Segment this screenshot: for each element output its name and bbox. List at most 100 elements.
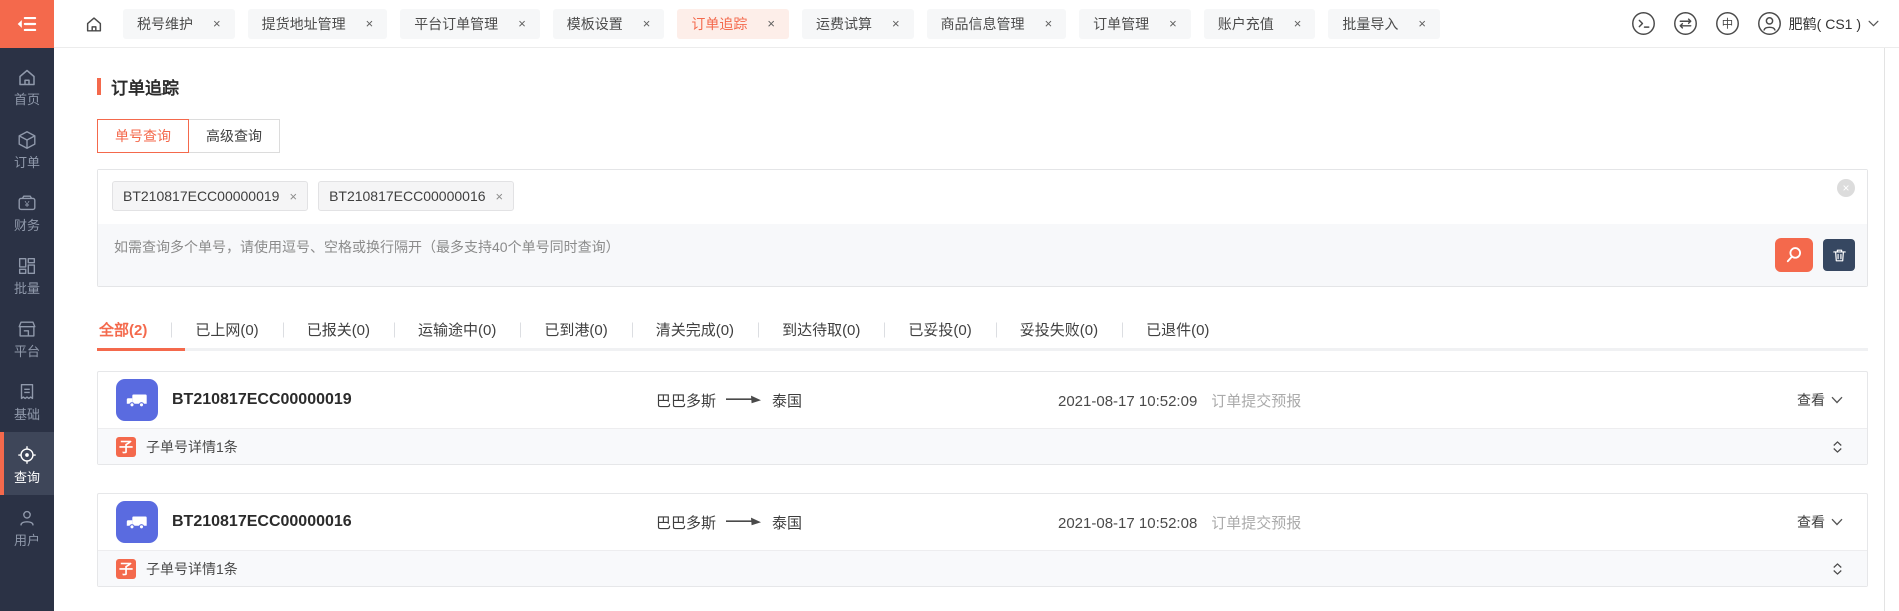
sidebar-item-platform[interactable]: 平台: [0, 306, 54, 369]
order-time-group: 2021-08-17 10:52:09 订单提交预报: [1058, 390, 1301, 411]
chevron-down-icon: [1831, 396, 1843, 404]
sidebar-item-label: 查询: [14, 471, 40, 484]
language-icon[interactable]: 中: [1715, 11, 1740, 36]
sub-order-label: 子单号详情1条: [146, 559, 238, 579]
expand-collapse-icon[interactable]: [1830, 439, 1845, 455]
collapse-menu-button[interactable]: [0, 0, 54, 48]
origin-label: 巴巴多斯: [656, 512, 716, 533]
view-dropdown[interactable]: 查看: [1797, 512, 1843, 532]
sidebar-item-finance[interactable]: ¥ 财务: [0, 180, 54, 243]
svg-text:¥: ¥: [24, 198, 30, 208]
user-name: 肥鹤( CS1 ): [1789, 14, 1861, 34]
search-hint-text: 如需查询多个单号，请使用逗号、空格或换行隔开（最多支持40个单号同时查询）: [114, 224, 620, 286]
status-tab-returned[interactable]: 已退件(0): [1122, 311, 1233, 348]
search-actions: [1775, 224, 1855, 286]
order-number: BT210817ECC00000019: [172, 391, 352, 409]
sidebar-item-query[interactable]: 查询: [0, 432, 54, 495]
status-tab-delivery-failed[interactable]: 妥投失败(0): [996, 311, 1122, 348]
content-area: 订单追踪 单号查询 高级查询 BT210817ECC00000019 × BT2…: [54, 48, 1899, 611]
status-tab-customs-declared[interactable]: 已报关(0): [283, 311, 394, 348]
close-icon[interactable]: ×: [1294, 17, 1302, 30]
svg-text:中: 中: [1721, 18, 1732, 31]
status-tab-arrived-port[interactable]: 已到港(0): [520, 311, 631, 348]
status-filter-tabs: 全部(2) 已上网(0) 已报关(0) 运输途中(0) 已到港(0) 清关完成(…: [97, 311, 1868, 351]
sidebar-item-label: 用户: [14, 534, 40, 547]
sidebar-item-label: 财务: [14, 219, 40, 232]
topbar-tab-platform-order-management[interactable]: 平台订单管理×: [400, 9, 540, 39]
remove-tag-icon[interactable]: ×: [289, 190, 297, 203]
order-subrow: 子 子单号详情1条: [98, 428, 1867, 464]
close-icon[interactable]: ×: [1418, 17, 1426, 30]
topbar-tab-template-settings[interactable]: 模板设置×: [553, 9, 665, 39]
status-tab-all[interactable]: 全部(2): [97, 311, 171, 348]
order-timestamp: 2021-08-17 10:52:09: [1058, 393, 1197, 410]
status-tab-in-transit[interactable]: 运输途中(0): [394, 311, 520, 348]
close-icon[interactable]: ×: [1045, 17, 1053, 30]
expand-collapse-icon[interactable]: [1830, 561, 1845, 577]
order-time-group: 2021-08-17 10:52:08 订单提交预报: [1058, 512, 1301, 533]
order-subrow: 子 子单号详情1条: [98, 550, 1867, 586]
clear-all-icon[interactable]: ×: [1837, 179, 1855, 197]
sidebar-item-users[interactable]: 用户: [0, 495, 54, 558]
sidebar-item-orders[interactable]: 订单: [0, 117, 54, 180]
order-number-tag: BT210817ECC00000019 ×: [112, 181, 308, 211]
wallet-icon: ¥: [16, 192, 38, 214]
target-icon: [16, 444, 38, 466]
left-sidebar: 首页 订单 ¥ 财务 批量 平台 基础: [0, 0, 54, 611]
close-icon[interactable]: ×: [366, 17, 374, 30]
status-tab-delivered[interactable]: 已妥投(0): [884, 311, 995, 348]
search-hint-row: 如需查询多个单号，请使用逗号、空格或换行隔开（最多支持40个单号同时查询）: [98, 224, 1867, 286]
page-title-text: 订单追踪: [111, 74, 179, 99]
topbar-tab-product-info-management[interactable]: 商品信息管理×: [927, 9, 1067, 39]
status-tab-awaiting-pickup[interactable]: 到达待取(0): [758, 311, 884, 348]
sidebar-item-home[interactable]: 首页: [0, 54, 54, 117]
tab-number-query[interactable]: 单号查询: [97, 119, 189, 153]
topbar-tab-order-tracking[interactable]: 订单追踪×: [677, 9, 789, 39]
tab-label: 账户充值: [1218, 17, 1274, 31]
chevron-down-icon: [1831, 518, 1843, 526]
sidebar-item-label: 订单: [14, 156, 40, 169]
view-label: 查看: [1797, 512, 1825, 532]
tab-advanced-query[interactable]: 高级查询: [188, 119, 280, 153]
home-button[interactable]: [84, 14, 104, 34]
topbar-tab-order-management[interactable]: 订单管理×: [1079, 9, 1191, 39]
view-dropdown[interactable]: 查看: [1797, 390, 1843, 410]
close-icon[interactable]: ×: [767, 17, 775, 30]
query-type-tabs: 单号查询 高级查询: [97, 119, 1868, 153]
close-icon[interactable]: ×: [643, 17, 651, 30]
tag-text: BT210817ECC00000019: [123, 189, 279, 203]
close-icon[interactable]: ×: [518, 17, 526, 30]
user-menu[interactable]: 肥鹤( CS1 ): [1757, 11, 1879, 36]
search-panel: BT210817ECC00000019 × BT210817ECC0000001…: [97, 169, 1868, 287]
sub-order-badge: 子: [116, 437, 136, 457]
topbar-tab-account-recharge[interactable]: 账户充值 ×: [1204, 9, 1316, 39]
order-number-input[interactable]: BT210817ECC00000019 × BT210817ECC0000001…: [98, 170, 1867, 224]
grid-icon: [16, 255, 38, 277]
transfer-icon[interactable]: [1673, 11, 1698, 36]
topbar-right-actions: 中 肥鹤( CS1 ): [1631, 11, 1879, 36]
topbar-tab-pickup-address-management[interactable]: 提货地址管理×: [248, 9, 388, 39]
status-tab-uploaded[interactable]: 已上网(0): [171, 311, 282, 348]
delete-button[interactable]: [1823, 239, 1855, 271]
close-icon[interactable]: ×: [213, 17, 221, 30]
status-tab-customs-cleared[interactable]: 清关完成(0): [632, 311, 758, 348]
order-status: 订单提交预报: [1211, 390, 1301, 411]
remove-tag-icon[interactable]: ×: [496, 190, 504, 203]
sidebar-item-label: 平台: [14, 345, 40, 358]
order-timestamp: 2021-08-17 10:52:08: [1058, 515, 1197, 532]
sidebar-item-basic[interactable]: 基础: [0, 369, 54, 432]
scrollbar-track[interactable]: [1884, 48, 1885, 611]
search-button[interactable]: [1775, 238, 1813, 272]
close-icon[interactable]: ×: [892, 17, 900, 30]
topbar-tab-batch-import[interactable]: 批量导入×: [1328, 9, 1440, 39]
topbar-tab-tax-id-maintenance[interactable]: 税号维护×: [123, 9, 235, 39]
order-route: 巴巴多斯 泰国: [656, 512, 956, 533]
topbar-tab-freight-estimate[interactable]: 运费试算×: [802, 9, 914, 39]
trash-icon: [1831, 247, 1848, 264]
console-icon[interactable]: [1631, 11, 1656, 36]
route-arrow-icon: [726, 394, 762, 406]
topbar: 税号维护× 提货地址管理× 平台订单管理× 模板设置× 订单追踪× 运费试算× …: [54, 0, 1899, 48]
close-icon[interactable]: ×: [1169, 17, 1177, 30]
sidebar-item-batch[interactable]: 批量: [0, 243, 54, 306]
order-main-row: BT210817ECC00000016 巴巴多斯 泰国 2021-08-17 1…: [98, 494, 1867, 550]
